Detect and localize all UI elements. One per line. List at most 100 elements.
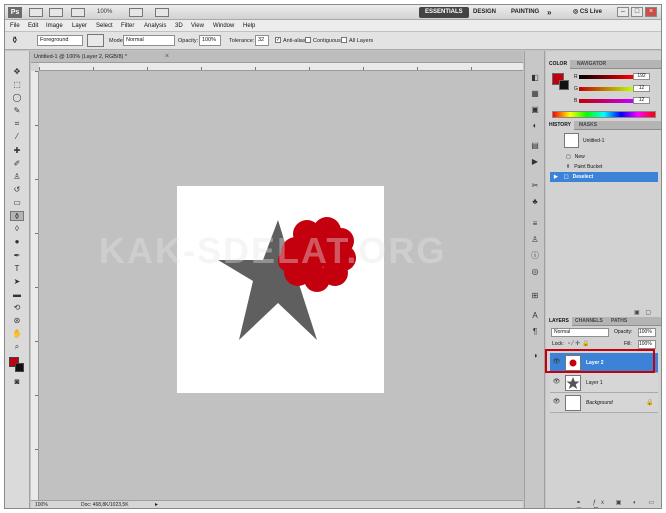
hand-tool-icon[interactable]: ✋ (10, 329, 24, 339)
lasso-tool-icon[interactable]: ◯ (10, 93, 24, 103)
workspace-painting-button[interactable]: PAINTING (505, 7, 545, 18)
zoom-tool-icon[interactable]: ⌕ (10, 342, 24, 352)
dock-color-icon[interactable]: ◧ (528, 73, 542, 83)
history-item-new[interactable]: ▢ New (550, 152, 658, 162)
3d-rotate-tool-icon[interactable]: ⟲ (10, 303, 24, 313)
dock-tool-presets-icon[interactable]: ✂ (528, 181, 542, 191)
paint-bucket-tool-preset-icon[interactable]: ⚱ (11, 35, 25, 46)
dock-navigator-icon[interactable]: ◎ (528, 267, 542, 277)
eraser-tool-icon[interactable]: ▭ (10, 198, 24, 208)
path-selection-tool-icon[interactable]: ➤ (10, 277, 24, 287)
menu-select[interactable]: Select (96, 20, 113, 32)
all-layers-checkbox[interactable] (341, 37, 347, 43)
document-workspace[interactable]: KAK-SDELAT.ORG (39, 71, 523, 500)
zoom-level[interactable]: 100% (97, 8, 112, 17)
menu-analysis[interactable]: Analysis (144, 20, 166, 32)
color-r-slider[interactable] (579, 75, 633, 79)
background-color-swatch[interactable] (15, 363, 24, 372)
workspace-design-button[interactable]: DESIGN (467, 7, 502, 18)
dock-masks-icon[interactable]: ◑ (528, 351, 542, 361)
view-extras-icon[interactable] (71, 8, 85, 17)
color-b-input[interactable]: 12 (633, 97, 650, 104)
menu-3d[interactable]: 3D (175, 20, 183, 32)
color-g-slider[interactable] (579, 87, 633, 91)
fill-source-select[interactable]: Foreground (37, 35, 83, 46)
tab-navigator[interactable]: NAVIGATOR (574, 60, 609, 69)
crop-tool-icon[interactable]: ⌗ (10, 119, 24, 129)
menu-view[interactable]: View (191, 20, 204, 32)
dock-adjustments-icon[interactable]: ◐ (528, 121, 542, 131)
ruler-origin[interactable] (31, 63, 39, 71)
brush-tool-icon[interactable]: ✐ (10, 159, 24, 169)
dock-info-icon[interactable]: ⓘ (528, 251, 542, 261)
type-tool-icon[interactable]: T (10, 264, 24, 274)
menu-filter[interactable]: Filter (121, 20, 134, 32)
launch-mini-bridge-icon[interactable] (49, 8, 63, 17)
paint-bucket-tool-icon[interactable]: ⚱ (10, 211, 24, 221)
layer-opacity-input[interactable]: 100% (638, 328, 656, 337)
menu-help[interactable]: Help (243, 20, 255, 32)
dock-clone-source-icon[interactable]: ♙ (528, 235, 542, 245)
menu-file[interactable]: File (10, 20, 20, 32)
healing-brush-tool-icon[interactable]: ✚ (10, 146, 24, 156)
tolerance-input[interactable]: 32 (255, 35, 269, 46)
dock-3d-icon[interactable]: ⊞ (528, 291, 542, 301)
status-zoom[interactable]: 100% (35, 502, 48, 508)
tab-color[interactable]: COLOR (546, 60, 571, 69)
dock-brush-presets-icon[interactable]: ♣ (528, 197, 542, 207)
menu-window[interactable]: Window (213, 20, 234, 32)
history-brush-tool-icon[interactable]: ↺ (10, 185, 24, 195)
color-panel-background-swatch[interactable] (559, 80, 569, 90)
opacity-input[interactable]: 100% (199, 35, 221, 46)
layer-fill-input[interactable]: 100% (638, 340, 656, 349)
quick-selection-tool-icon[interactable]: ✎ (10, 106, 24, 116)
lock-options-icons[interactable]: ▫⁄✛🔒 (568, 340, 592, 348)
move-tool-icon[interactable]: ✥ (10, 67, 24, 77)
color-g-input[interactable]: 12 (633, 85, 650, 92)
tab-history[interactable]: HISTORY (546, 121, 574, 130)
menu-edit[interactable]: Edit (28, 20, 38, 32)
close-document-icon[interactable]: × (163, 53, 171, 61)
maximize-button[interactable]: □ (631, 7, 643, 17)
dock-paragraph-icon[interactable]: ¶ (528, 327, 542, 337)
clone-stamp-tool-icon[interactable]: ♙ (10, 172, 24, 182)
status-menu-arrow-icon[interactable]: ▸ (155, 502, 158, 508)
blend-mode-select[interactable]: Normal (551, 328, 609, 337)
tab-paths[interactable]: PATHS (608, 317, 630, 326)
quick-mask-icon[interactable]: ◙ (10, 377, 24, 387)
dock-brushes-icon[interactable]: ≡ (528, 219, 542, 229)
color-b-slider[interactable] (579, 99, 633, 103)
contiguous-checkbox[interactable] (305, 37, 311, 43)
close-button[interactable]: × (645, 7, 657, 17)
color-spectrum-bar[interactable] (552, 111, 656, 118)
arrange-documents-icon[interactable] (129, 8, 143, 17)
dodge-tool-icon[interactable]: ● (10, 237, 24, 247)
marquee-tool-icon[interactable]: ⬚ (10, 80, 24, 90)
pattern-picker[interactable] (87, 34, 104, 47)
layer-row-layer-1[interactable]: 👁 Layer 1 (550, 373, 658, 393)
document-canvas[interactable] (177, 186, 384, 393)
eye-icon[interactable]: 👁 (552, 378, 561, 387)
blur-tool-icon[interactable]: ◊ (10, 224, 24, 234)
menu-layer[interactable]: Layer (72, 20, 87, 32)
shape-tool-icon[interactable]: ▬ (10, 290, 24, 300)
tab-channels[interactable]: CHANNELS (572, 317, 606, 326)
dock-character-icon[interactable]: A (528, 311, 542, 321)
pen-tool-icon[interactable]: ✒ (10, 251, 24, 261)
anti-alias-checkbox[interactable]: ✓ (275, 37, 281, 43)
workspace-essentials-button[interactable]: ESSENTIALS (419, 7, 469, 18)
tab-layers[interactable]: LAYERS (546, 317, 572, 326)
color-r-input[interactable]: 192 (633, 73, 650, 80)
layer-row-background[interactable]: 👁 Background 🔒 (550, 393, 658, 413)
history-snapshot-row[interactable]: Untitled-1 (550, 132, 658, 150)
menu-image[interactable]: Image (46, 20, 63, 32)
launch-bridge-icon[interactable] (29, 8, 43, 17)
screen-mode-icon[interactable] (155, 8, 169, 17)
dock-actions-icon[interactable]: ▶ (528, 157, 542, 167)
tab-masks[interactable]: MASKS (576, 121, 600, 130)
3d-orbit-tool-icon[interactable]: ⊛ (10, 316, 24, 326)
vertical-ruler[interactable] (31, 71, 39, 500)
eye-icon[interactable]: 👁 (552, 398, 561, 407)
document-tab[interactable]: Untitled-1 @ 100% (Layer 2, RGB/8) * × (31, 51, 523, 63)
mode-select[interactable]: Normal (123, 35, 175, 46)
